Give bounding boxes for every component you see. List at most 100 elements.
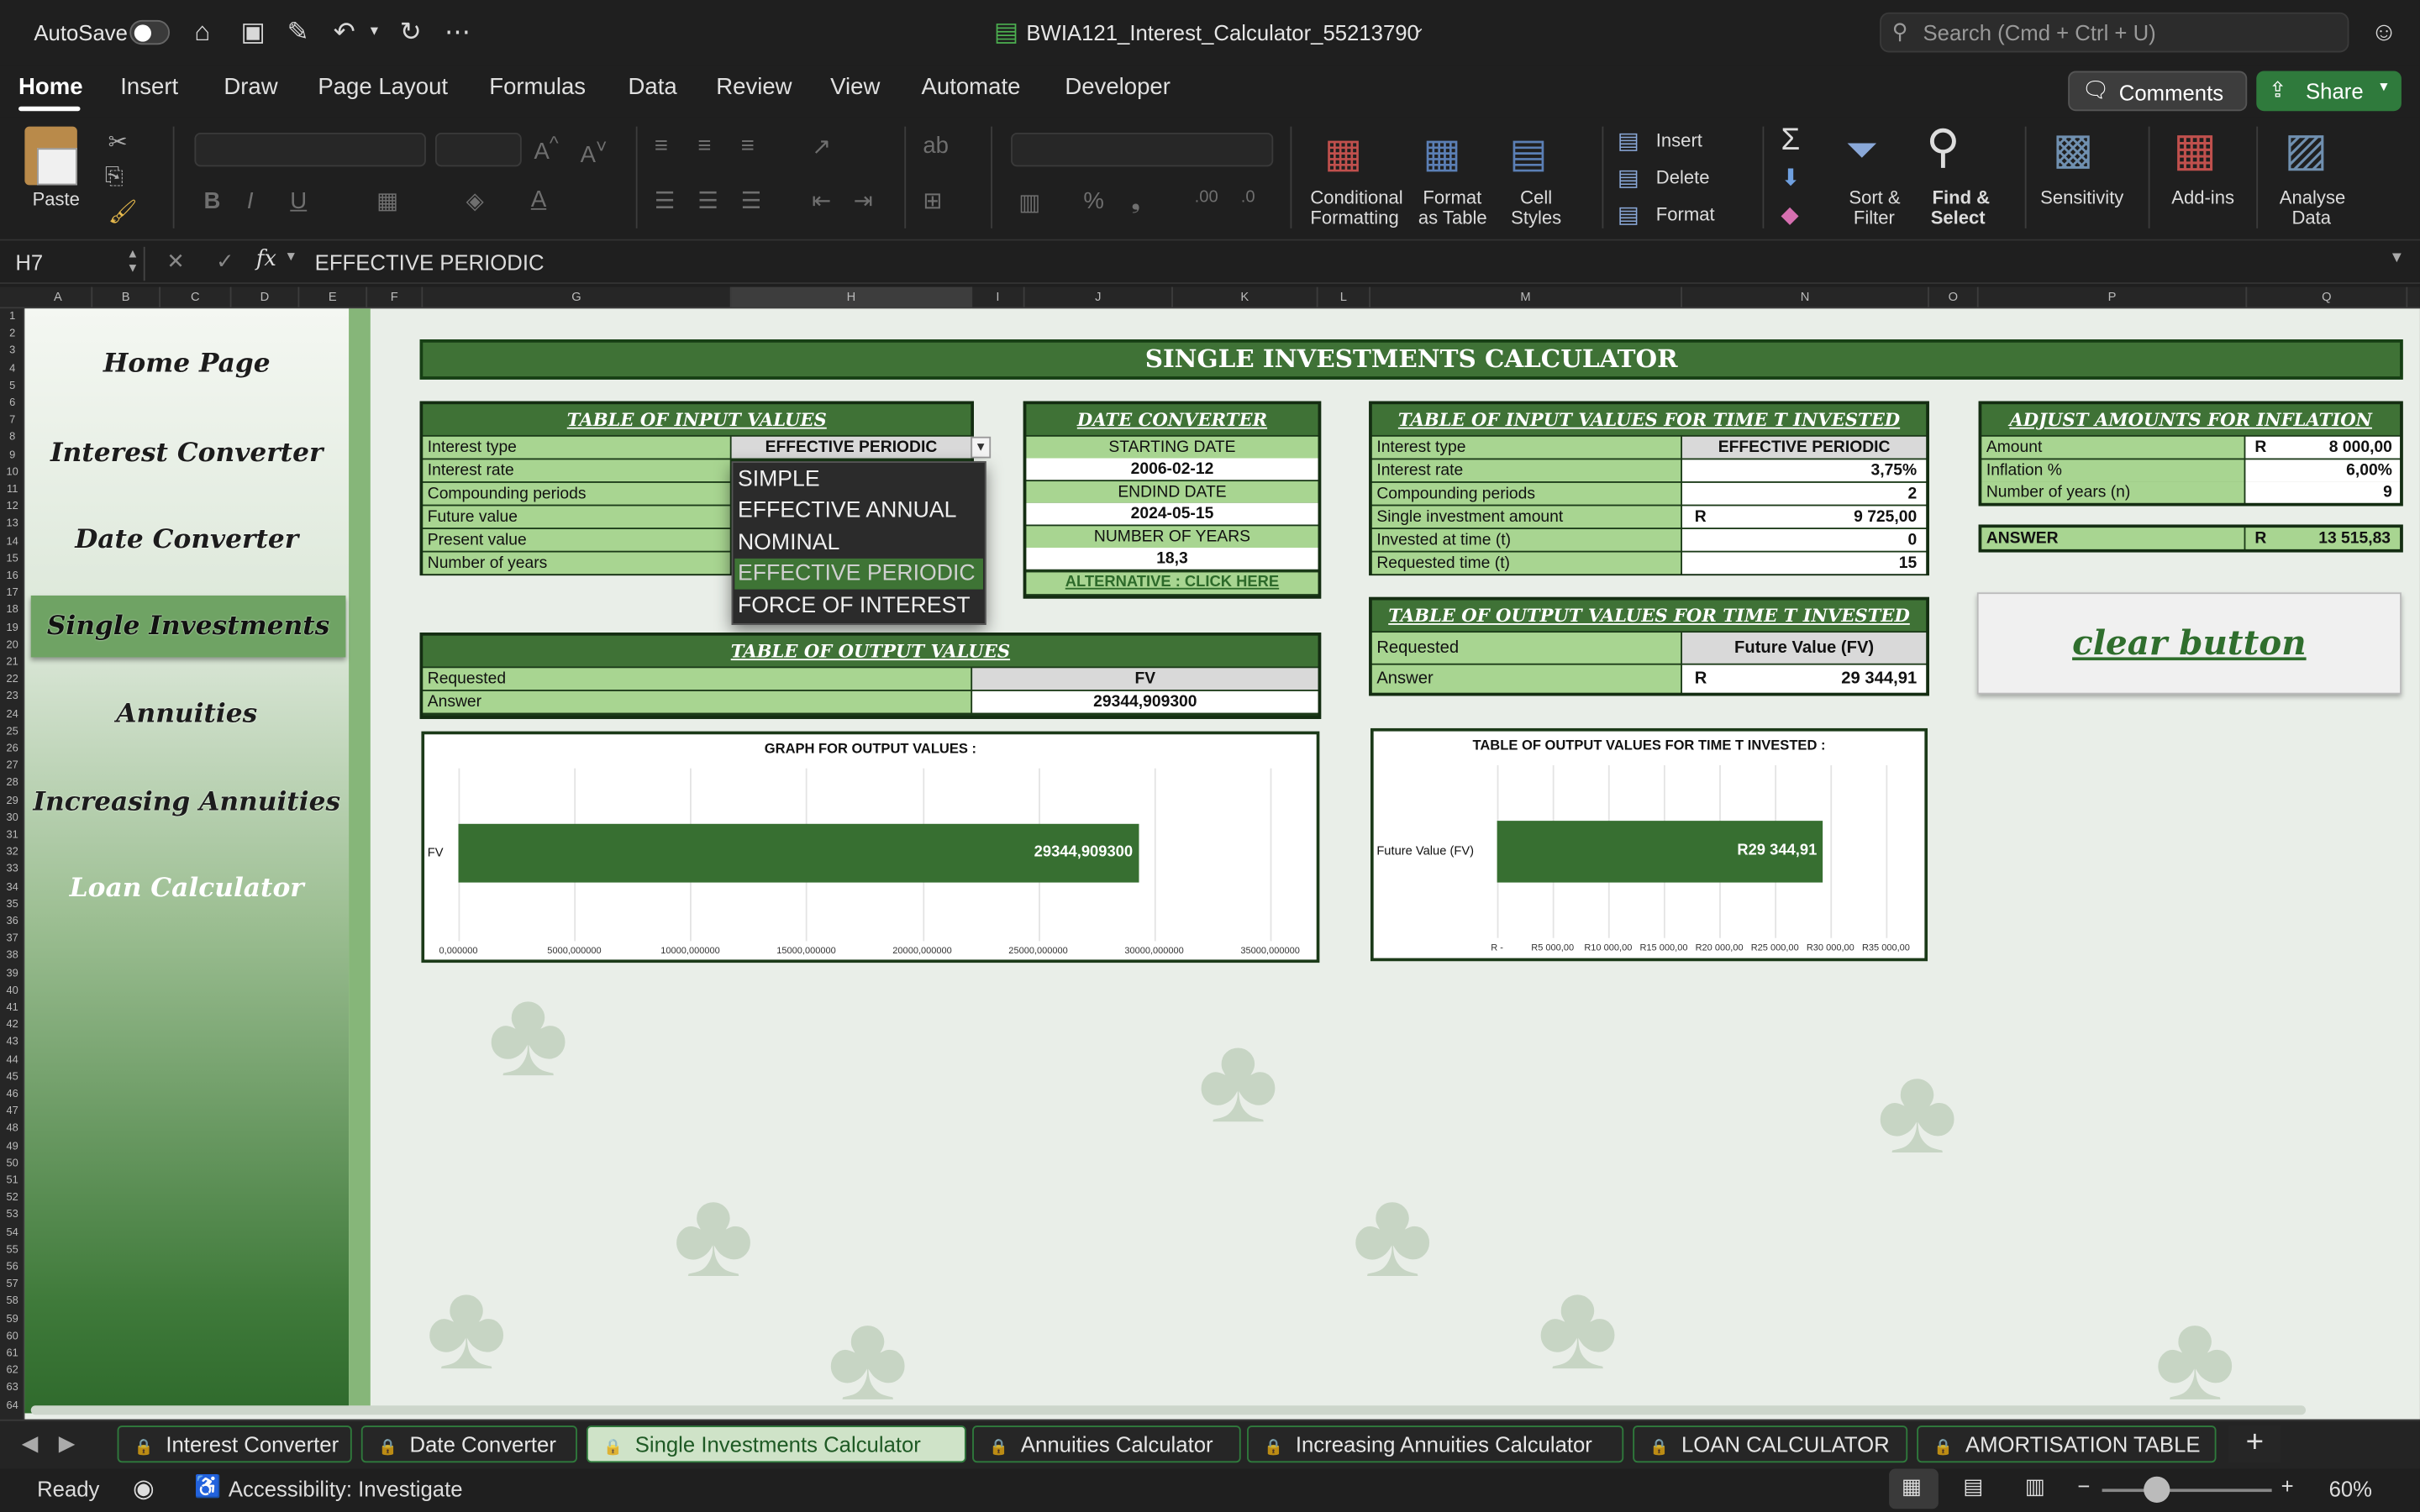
number-format-combo[interactable] [1011,132,1274,167]
row-header[interactable]: 16 [0,571,24,582]
starting-date-value[interactable]: 2006-02-12 [1026,458,1318,480]
tab-review[interactable]: Review [716,74,792,100]
autosave-toggle[interactable] [129,19,171,45]
increase-indent-icon[interactable]: ⇥ [854,186,873,214]
zoom-slider-thumb[interactable] [2144,1476,2170,1503]
delete-cells-icon[interactable]: ▤ [1618,164,1639,192]
autosum-icon[interactable]: Σ [1781,123,1801,159]
percent-style-icon[interactable]: % [1083,188,1104,214]
align-center-icon[interactable]: ☰ [697,186,718,214]
column-header-k[interactable]: K [1173,286,1318,309]
find-select-label-1[interactable]: Find & [1933,186,1991,208]
column-header-a[interactable]: A [24,286,93,309]
row-header[interactable]: 58 [0,1297,24,1308]
row-header[interactable]: 27 [0,761,24,772]
sheet-tab-date-converter[interactable]: 🔒 Date Converter [360,1425,577,1463]
sheet-tab-amortisation-table[interactable]: 🔒 AMORTISATION TABLE [1917,1425,2217,1463]
inflation-value[interactable]: 6,00% [2245,459,2401,481]
font-name-combo[interactable] [194,132,426,167]
time-t-input-value[interactable]: R 9 725,00 [1682,506,1927,528]
next-sheet-icon[interactable]: ▶ [59,1431,76,1457]
tab-formulas[interactable]: Formulas [489,74,586,100]
row-header[interactable]: 21 [0,657,24,668]
row-header[interactable]: 4 [0,364,24,375]
save-as-icon[interactable]: ✎ [287,17,309,48]
row-header[interactable]: 10 [0,467,24,478]
tab-draw[interactable]: Draw [224,74,277,100]
column-header-l[interactable]: L [1318,286,1370,309]
row-header[interactable]: 41 [0,1003,24,1014]
sort-filter-label-2[interactable]: Filter [1854,207,1895,228]
output-graph[interactable]: GRAPH FOR OUTPUT VALUES : 0,000000 5000,0… [421,731,1320,963]
alternative-link[interactable]: ALTERNATIVE : CLICK HERE [1026,572,1318,595]
increase-decimal-icon[interactable]: .00 [1195,188,1218,207]
share-button[interactable]: ⇪ Share ▾ [2256,71,2402,112]
column-header-d[interactable]: D [232,286,300,309]
orientation-icon[interactable]: ↗ [812,133,831,160]
name-box-stepper-icon[interactable]: ▲ ▼ [127,247,139,275]
align-left-icon[interactable]: ☰ [655,186,676,214]
option-simple[interactable]: SIMPLE [734,465,983,496]
search-placeholder[interactable]: Search (Cmd + Ctrl + U) [1923,20,2156,45]
row-header[interactable]: 49 [0,1141,24,1152]
sheet-tab-interest-converter[interactable]: 🔒 Interest Converter [117,1425,352,1463]
delete-cells-label[interactable]: Delete [1656,166,1710,188]
row-header[interactable]: 31 [0,830,24,841]
column-header-m[interactable]: M [1370,286,1683,309]
dropdown-arrow-icon[interactable]: ▼ [971,436,992,459]
format-as-table-label-1[interactable]: Format [1423,186,1481,208]
time-t-graph[interactable]: TABLE OF OUTPUT VALUES FOR TIME T INVEST… [1370,727,1928,962]
option-effective-annual[interactable]: EFFECTIVE ANNUAL [734,496,983,527]
tab-insert[interactable]: Insert [120,74,178,100]
sheet-tab-loan-calculator[interactable]: 🔒 LOAN CALCULATOR [1633,1425,1908,1463]
row-header[interactable]: 1 [0,312,24,323]
row-header[interactable]: 29 [0,795,24,806]
prev-sheet-icon[interactable]: ◀ [22,1431,39,1457]
row-header[interactable]: 60 [0,1331,24,1342]
nav-annuities[interactable]: Annuities [24,686,349,742]
row-header[interactable]: 37 [0,934,24,945]
row-header[interactable]: 9 [0,450,24,461]
sort-filter-label-1[interactable]: Sort & [1849,186,1900,208]
row-header[interactable]: 6 [0,398,24,409]
column-header-e[interactable]: E [299,286,368,309]
row-header[interactable]: 3 [0,346,24,357]
format-cells-label[interactable]: Format [1656,203,1715,225]
row-header[interactable]: 55 [0,1245,24,1256]
find-select-icon[interactable]: ⚲ [1926,120,1960,174]
column-header-c[interactable]: C [160,286,232,309]
add-ins-label[interactable]: Add-ins [2171,186,2234,208]
option-effective-periodic[interactable]: EFFECTIVE PERIODIC [734,558,983,590]
option-nominal[interactable]: NOMINAL [734,528,983,559]
align-top-icon[interactable]: ≡ [655,133,668,159]
add-ins-icon[interactable]: ▦ [2173,123,2217,177]
zoom-slider[interactable] [2102,1488,2272,1493]
format-as-table-label-2[interactable]: as Table [1418,207,1487,228]
inflation-value[interactable]: 9 [2245,481,2401,503]
undo-icon[interactable]: ↶ [334,17,355,48]
conditional-formatting-label-1[interactable]: Conditional [1310,186,1402,208]
row-header[interactable]: 5 [0,381,24,391]
conditional-formatting-icon[interactable]: ▦ [1324,129,1362,177]
cell-styles-icon[interactable]: ▤ [1509,129,1547,177]
sensitivity-label[interactable]: Sensitivity [2040,186,2123,208]
row-header[interactable]: 24 [0,709,24,720]
row-header[interactable]: 20 [0,640,24,651]
column-header-q[interactable]: Q [2247,286,2408,309]
undo-dropdown-icon[interactable]: ▾ [371,17,378,48]
accounting-format-icon[interactable]: ▥ [1018,188,1040,216]
column-header-j[interactable]: J [1025,286,1173,309]
column-header-g[interactable]: G [423,286,732,309]
find-select-label-2[interactable]: Select [1931,207,1986,228]
bold-icon[interactable]: B [203,188,220,214]
row-header[interactable]: 52 [0,1193,24,1204]
row-header[interactable]: 19 [0,622,24,633]
row-header[interactable]: 11 [0,485,24,496]
analyse-data-label-1[interactable]: Analyse [2280,186,2345,208]
decrease-indent-icon[interactable]: ⇤ [812,186,831,214]
time-t-input-value[interactable]: 3,75% [1682,459,1927,482]
underline-icon[interactable]: U [290,188,307,214]
sensitivity-icon[interactable]: ▩ [2053,123,2094,175]
row-header[interactable]: 59 [0,1314,24,1325]
comma-style-icon[interactable]: ❟ [1131,188,1140,214]
